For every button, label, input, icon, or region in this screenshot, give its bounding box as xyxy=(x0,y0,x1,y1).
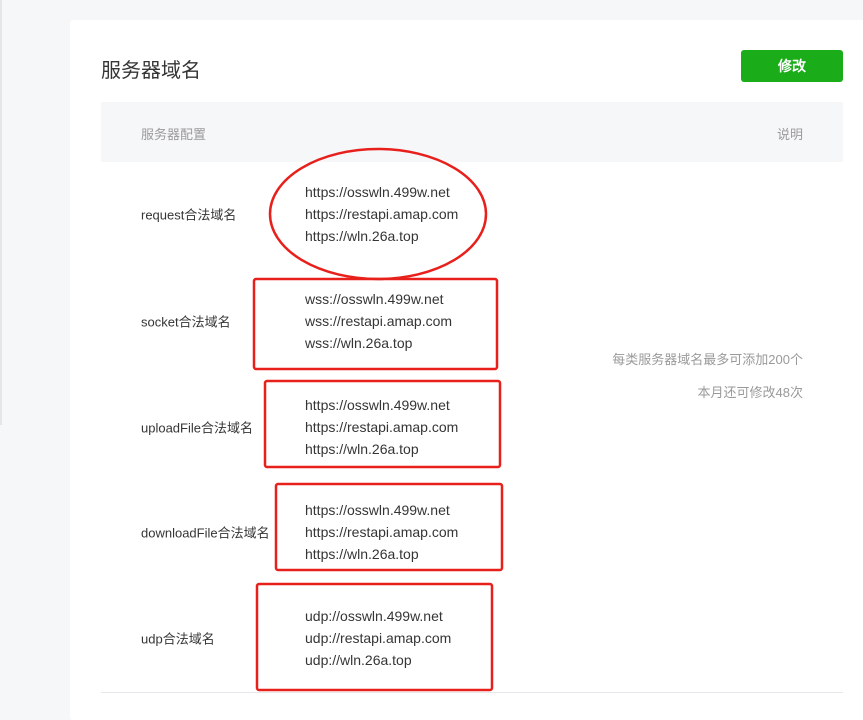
domain-value: https://osswln.499w.net xyxy=(305,502,450,518)
table-row: udp合法域名 udp://osswln.499w.net udp://restap… xyxy=(101,585,843,691)
domain-value: https://restapi.amap.com xyxy=(305,524,459,540)
row-label: uploadFile合法域名 xyxy=(141,420,253,436)
domain-value: udp://restapi.amap.com xyxy=(305,630,452,646)
domain-value: udp://wln.26a.top xyxy=(305,652,412,668)
edit-button[interactable]: 修改 xyxy=(741,50,843,82)
domain-value: udp://osswln.499w.net xyxy=(305,608,443,624)
row-label: socket合法域名 xyxy=(141,314,231,330)
domain-value: https://wln.26a.top xyxy=(305,228,419,244)
table-row: downloadFile合法域名 https://osswln.499w.net h… xyxy=(101,479,843,585)
domain-value: https://osswln.499w.net xyxy=(305,184,450,200)
domain-list: https://osswln.499w.net https://restapi.a… xyxy=(305,181,458,247)
domain-value: wss://osswln.499w.net xyxy=(305,291,444,307)
domain-value: https://wln.26a.top xyxy=(305,441,419,457)
sidebar-edge xyxy=(0,0,2,425)
note-remaining-edits: 本月还可修改48次 xyxy=(697,385,803,400)
domain-list: https://osswln.499w.net https://restapi.a… xyxy=(305,499,458,565)
table-header: 服务器配置 说明 xyxy=(101,102,843,162)
table-row: request合法域名 https://osswln.499w.net https:… xyxy=(101,161,843,267)
domain-value: https://restapi.amap.com xyxy=(305,206,459,222)
row-label: request合法域名 xyxy=(141,207,237,223)
note-max-domains: 每类服务器域名最多可添加200个 xyxy=(612,352,803,367)
domain-value: wss://restapi.amap.com xyxy=(305,313,453,329)
row-label: downloadFile合法域名 xyxy=(141,525,270,541)
column-header-description: 说明 xyxy=(776,127,803,142)
row-label: udp合法域名 xyxy=(141,631,215,647)
domain-list: https://osswln.499w.net https://restapi.a… xyxy=(305,394,458,460)
page-title: 服务器域名 xyxy=(101,60,201,82)
domain-value: wss://wln.26a.top xyxy=(305,335,413,351)
column-header-config: 服务器配置 xyxy=(141,127,207,142)
domain-value: https://restapi.amap.com xyxy=(305,419,459,435)
domain-list: udp://osswln.499w.net udp://restapi.amap.… xyxy=(305,605,451,671)
table-divider xyxy=(101,692,843,693)
domain-value: https://wln.26a.top xyxy=(305,546,419,562)
domain-list: wss://osswln.499w.net wss://restapi.amap.… xyxy=(305,288,452,354)
domain-value: https://osswln.499w.net xyxy=(305,397,450,413)
